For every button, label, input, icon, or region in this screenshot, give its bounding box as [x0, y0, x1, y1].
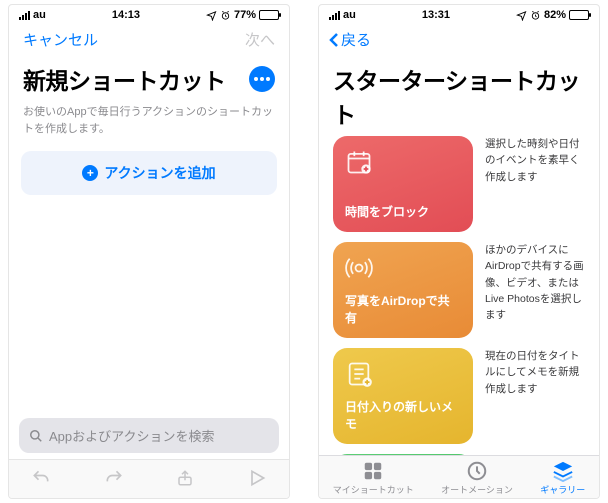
page-title: スターターショートカット — [333, 62, 585, 130]
starter-cards: 時間をブロック 選択した時刻や日付のイベントを素早く作成します 写真をAirDr… — [319, 136, 599, 455]
undo-icon[interactable] — [31, 468, 51, 488]
calendar-plus-icon — [345, 148, 373, 176]
tab-label: マイショートカット — [333, 483, 414, 496]
page-subtitle: お使いのAppで毎日行うアクションのショートカットを作成します。 — [9, 102, 289, 151]
status-bar: au 13:31 82% — [319, 5, 599, 23]
search-icon — [29, 429, 43, 443]
battery-icon — [259, 10, 279, 20]
alarm-icon — [220, 10, 231, 21]
card-send-latest-photo[interactable]: 最新の写真をメッセージで送信 — [333, 454, 473, 455]
tab-gallery[interactable]: ギャラリー — [540, 460, 585, 496]
back-button[interactable]: 戻る — [319, 23, 599, 54]
add-action-label: アクションを追加 — [104, 163, 215, 183]
share-icon[interactable] — [176, 468, 194, 488]
card-title: 時間をブロック — [345, 203, 461, 220]
tab-label: ギャラリー — [540, 483, 585, 496]
clock-time: 14:13 — [112, 9, 140, 21]
battery-icon — [569, 10, 589, 20]
clock-icon — [466, 460, 488, 482]
card-desc: 現在の日付をタイトルにしてメモを新規作成します — [485, 348, 585, 444]
more-button[interactable] — [249, 66, 275, 92]
card-title: 日付入りの新しいメモ — [345, 398, 461, 432]
layers-icon — [552, 460, 574, 482]
page-title: 新規ショートカット — [23, 62, 226, 96]
signal-icon — [19, 11, 30, 20]
tab-label: オートメーション — [441, 483, 513, 496]
next-button[interactable]: 次へ — [245, 29, 275, 50]
nav-bar: キャンセル 次へ — [9, 23, 289, 54]
clock-time: 13:31 — [422, 9, 450, 21]
play-icon[interactable] — [247, 468, 267, 488]
back-label: 戻る — [341, 29, 371, 50]
tab-automation[interactable]: オートメーション — [441, 460, 513, 496]
location-icon — [206, 10, 217, 21]
carrier-label: au — [33, 9, 46, 21]
note-plus-icon — [345, 360, 373, 388]
signal-icon — [329, 11, 340, 20]
card-block-time[interactable]: 時間をブロック — [333, 136, 473, 232]
battery-pct: 77% — [234, 9, 256, 21]
cancel-button[interactable]: キャンセル — [23, 29, 98, 50]
redo-icon[interactable] — [104, 468, 124, 488]
plus-circle-icon: + — [82, 165, 98, 181]
tab-bar: マイショートカット オートメーション ギャラリー — [319, 455, 599, 498]
phone-left-new-shortcut: au 14:13 77% キャンセル 次へ 新規ショートカット お使いのAppで… — [8, 4, 290, 499]
add-action-button[interactable]: + アクションを追加 — [21, 151, 277, 195]
airdrop-icon — [345, 254, 373, 282]
alarm-icon — [530, 10, 541, 21]
location-icon — [516, 10, 527, 21]
bottom-toolbar — [9, 459, 289, 498]
battery-pct: 82% — [544, 9, 566, 21]
card-title: 写真をAirDropで共有 — [345, 292, 461, 326]
phone-right-starter-gallery: au 13:31 82% 戻る スターターショートカット 時間をブロック 選択し… — [318, 4, 600, 499]
grid-icon — [362, 460, 384, 482]
card-desc: ほかのデバイスにAirDropで共有する画像、ビデオ、またはLive Photo… — [485, 242, 585, 338]
card-dated-note[interactable]: 日付入りの新しいメモ — [333, 348, 473, 444]
card-airdrop-photo[interactable]: 写真をAirDropで共有 — [333, 242, 473, 338]
search-placeholder: Appおよびアクションを検索 — [49, 426, 214, 445]
chevron-left-icon — [329, 32, 339, 48]
tab-my-shortcuts[interactable]: マイショートカット — [333, 460, 414, 496]
ellipsis-icon — [254, 77, 270, 81]
search-input[interactable]: Appおよびアクションを検索 — [19, 418, 279, 453]
status-bar: au 14:13 77% — [9, 5, 289, 23]
carrier-label: au — [343, 9, 356, 21]
card-desc: 選択した時刻や日付のイベントを素早く作成します — [485, 136, 585, 232]
